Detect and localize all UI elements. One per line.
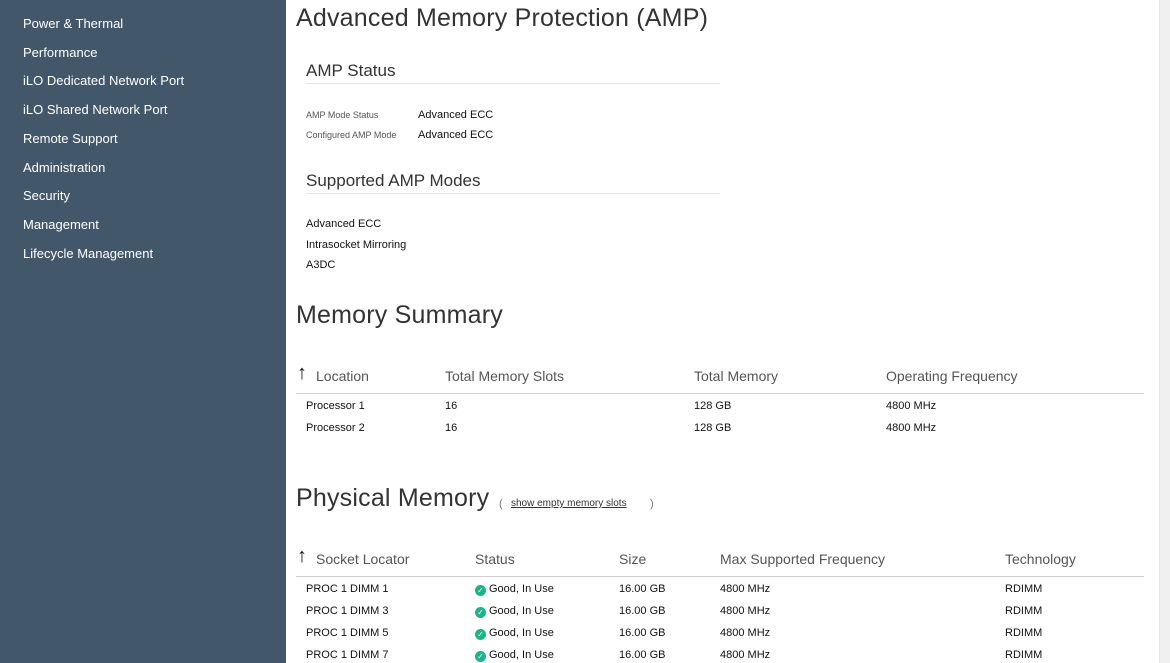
check-circle-icon: ✓	[475, 629, 486, 640]
table-cell-size: 16.00 GB	[619, 649, 666, 661]
physical-memory-title: Physical Memory	[296, 484, 490, 512]
table-cell-status: ✓ Good, In Use	[475, 605, 554, 618]
sidebar-nav: Power & Thermal Performance iLO Dedicate…	[0, 0, 286, 663]
table-cell-technology: RDIMM	[1005, 627, 1043, 639]
sidebar-item-management[interactable]: Management	[23, 217, 99, 232]
table-cell-slots: 16	[445, 422, 458, 434]
table-cell-status: ✓ Good, In Use	[475, 649, 554, 662]
physical-memory-header-divider	[296, 576, 1144, 577]
sidebar-item-administration[interactable]: Administration	[23, 160, 105, 175]
amp-status-divider	[306, 83, 720, 84]
column-header-location[interactable]: Location	[316, 368, 369, 384]
sidebar-item-ilo-shared-network-port[interactable]: iLO Shared Network Port	[23, 102, 168, 117]
table-cell-total-memory: 128 GB	[694, 422, 732, 434]
supported-mode-item: Advanced ECC	[306, 218, 382, 230]
sidebar-item-performance[interactable]: Performance	[23, 45, 97, 60]
table-cell-frequency: 4800 MHz	[720, 583, 771, 595]
sidebar-item-security[interactable]: Security	[23, 188, 70, 203]
sidebar-item-power-thermal[interactable]: Power & Thermal	[23, 16, 123, 31]
memory-summary-title: Memory Summary	[296, 301, 503, 329]
main-content: Advanced Memory Protection (AMP) AMP Sta…	[286, 0, 1160, 663]
sidebar-item-remote-support[interactable]: Remote Support	[23, 131, 118, 146]
column-header-socket-locator[interactable]: Socket Locator	[316, 551, 409, 567]
amp-title: Advanced Memory Protection (AMP)	[296, 4, 709, 32]
sort-ascending-icon[interactable]: ↑	[297, 546, 307, 566]
check-circle-icon: ✓	[475, 607, 486, 618]
column-header-total-memory[interactable]: Total Memory	[694, 368, 778, 384]
column-header-max-supported-frequency[interactable]: Max Supported Frequency	[720, 551, 885, 567]
supported-modes-divider	[306, 193, 720, 194]
link-paren-open: (	[499, 498, 503, 510]
table-cell-location: Processor 2	[306, 422, 365, 434]
table-cell-socket-locator: PROC 1 DIMM 3	[306, 605, 389, 617]
amp-mode-status-value: Advanced ECC	[418, 109, 494, 121]
table-cell-total-memory: 128 GB	[694, 400, 732, 412]
amp-status-heading: AMP Status	[306, 61, 396, 80]
table-cell-technology: RDIMM	[1005, 583, 1043, 595]
table-cell-status: ✓ Good, In Use	[475, 583, 554, 596]
table-cell-frequency: 4800 MHz	[720, 605, 771, 617]
check-circle-icon: ✓	[475, 585, 486, 596]
sidebar-item-lifecycle-management[interactable]: Lifecycle Management	[23, 246, 153, 261]
link-paren-close: )	[650, 498, 654, 510]
table-cell-location: Processor 1	[306, 400, 365, 412]
column-header-operating-frequency[interactable]: Operating Frequency	[886, 368, 1018, 384]
column-header-total-memory-slots[interactable]: Total Memory Slots	[445, 368, 564, 384]
table-cell-frequency: 4800 MHz	[720, 627, 771, 639]
table-cell-frequency: 4800 MHz	[886, 400, 937, 412]
table-cell-socket-locator: PROC 1 DIMM 7	[306, 649, 389, 661]
status-text: Good, In Use	[489, 649, 554, 661]
vertical-scrollbar[interactable]	[1159, 0, 1170, 663]
table-cell-technology: RDIMM	[1005, 605, 1043, 617]
supported-mode-item: Intrasocket Mirroring	[306, 239, 407, 251]
status-text: Good, In Use	[489, 583, 554, 595]
table-cell-frequency: 4800 MHz	[886, 422, 937, 434]
show-empty-memory-slots-link[interactable]: show empty memory slots	[511, 498, 627, 509]
table-cell-socket-locator: PROC 1 DIMM 5	[306, 627, 389, 639]
amp-mode-status-label: AMP Mode Status	[306, 110, 379, 120]
status-text: Good, In Use	[489, 627, 554, 639]
supported-mode-item: A3DC	[306, 259, 336, 271]
sort-ascending-icon[interactable]: ↑	[297, 363, 307, 383]
table-cell-size: 16.00 GB	[619, 627, 666, 639]
table-cell-socket-locator: PROC 1 DIMM 1	[306, 583, 389, 595]
column-header-technology[interactable]: Technology	[1005, 551, 1076, 567]
table-cell-slots: 16	[445, 400, 458, 412]
table-cell-status: ✓ Good, In Use	[475, 627, 554, 640]
column-header-status[interactable]: Status	[475, 551, 515, 567]
configured-amp-mode-label: Configured AMP Mode	[306, 130, 397, 140]
supported-amp-modes-heading: Supported AMP Modes	[306, 171, 481, 190]
sidebar-item-ilo-dedicated-network-port[interactable]: iLO Dedicated Network Port	[23, 73, 184, 88]
table-cell-frequency: 4800 MHz	[720, 649, 771, 661]
column-header-size[interactable]: Size	[619, 551, 646, 567]
table-cell-technology: RDIMM	[1005, 649, 1043, 661]
memory-summary-header-divider	[296, 393, 1144, 394]
table-cell-size: 16.00 GB	[619, 583, 666, 595]
check-circle-icon: ✓	[475, 651, 486, 662]
table-cell-size: 16.00 GB	[619, 605, 666, 617]
configured-amp-mode-value: Advanced ECC	[418, 129, 494, 141]
status-text: Good, In Use	[489, 605, 554, 617]
